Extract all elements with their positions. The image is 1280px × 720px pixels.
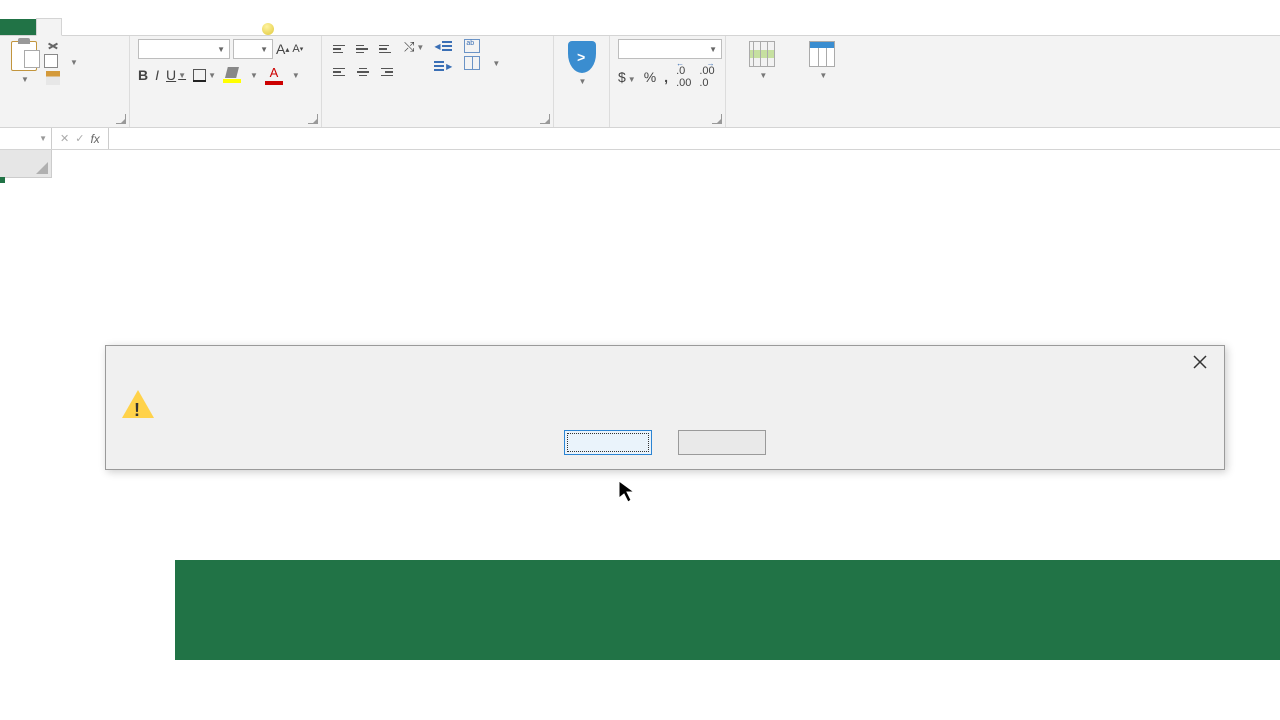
tab-acrobat[interactable] bbox=[230, 19, 254, 35]
tab-review[interactable] bbox=[158, 19, 182, 35]
group-number: ▼ $▼ % , ←.0.00 →.00.0 bbox=[610, 36, 726, 127]
align-top-button[interactable] bbox=[330, 39, 350, 59]
group-cond-format: ▼ ▼ bbox=[726, 36, 856, 127]
decrease-font-button[interactable]: A▾ bbox=[292, 43, 303, 55]
group-label bbox=[618, 124, 717, 127]
format-as-table-button[interactable]: ▼ bbox=[797, 39, 848, 82]
tab-help[interactable] bbox=[206, 19, 230, 35]
protect-button[interactable]: ▼ bbox=[565, 39, 599, 88]
decrease-decimal-button[interactable]: →.00.0 bbox=[699, 65, 714, 89]
merge-icon bbox=[464, 56, 480, 70]
merge-center-button[interactable]: ▼ bbox=[464, 56, 500, 70]
paste-button[interactable]: ▼ bbox=[8, 39, 40, 86]
bold-button[interactable]: B bbox=[138, 67, 148, 83]
align-bottom-button[interactable] bbox=[376, 39, 396, 59]
conditional-formatting-button[interactable]: ▼ bbox=[734, 39, 791, 82]
align-center-button[interactable] bbox=[353, 62, 373, 82]
dialog-launcher-icon[interactable] bbox=[308, 114, 318, 124]
group-clipboard: ▼ ▼ bbox=[0, 36, 130, 127]
group-font: ▼ ▼ A▴ A▾ B I U▼ ▼ ▼ A▼ bbox=[130, 36, 322, 127]
copy-button[interactable]: ▼ bbox=[46, 56, 78, 68]
increase-font-button[interactable]: A▴ bbox=[276, 41, 289, 57]
align-right-button[interactable] bbox=[376, 62, 396, 82]
cancel-formula-icon[interactable]: ✕ bbox=[60, 132, 69, 145]
tell-me-search[interactable] bbox=[254, 23, 288, 35]
paste-icon bbox=[11, 41, 37, 71]
tab-formulas[interactable] bbox=[110, 19, 134, 35]
copy-icon bbox=[46, 56, 58, 68]
comma-button[interactable]: , bbox=[664, 69, 668, 85]
orientation-button[interactable]: ⤭▼ bbox=[404, 39, 424, 55]
group-label bbox=[8, 124, 121, 127]
dialog-help-button[interactable] bbox=[678, 430, 766, 455]
select-all-corner[interactable] bbox=[0, 150, 52, 178]
increase-indent-button[interactable] bbox=[434, 59, 452, 75]
close-icon bbox=[1193, 355, 1207, 369]
font-color-button[interactable]: A bbox=[265, 65, 283, 85]
tab-file[interactable] bbox=[0, 19, 36, 35]
percent-button[interactable]: % bbox=[644, 69, 656, 85]
group-protection: ▼ bbox=[554, 36, 610, 127]
group-alignment: ⤭▼ ▼ bbox=[322, 36, 554, 127]
name-box[interactable]: ▼ bbox=[0, 128, 52, 149]
align-middle-button[interactable] bbox=[353, 39, 373, 59]
formula-bar-input[interactable] bbox=[109, 128, 1280, 149]
table-icon bbox=[809, 41, 835, 67]
warning-icon bbox=[122, 390, 154, 418]
wrap-icon bbox=[464, 39, 480, 53]
dialog-launcher-icon[interactable] bbox=[116, 114, 126, 124]
formula-bar-buttons: ✕ ✓ fx bbox=[52, 128, 109, 149]
tab-insert[interactable] bbox=[62, 19, 86, 35]
dialog-close-button[interactable] bbox=[1186, 352, 1214, 372]
selection-outline bbox=[0, 178, 4, 182]
scissors-icon bbox=[46, 39, 60, 53]
fill-color-button[interactable] bbox=[223, 67, 241, 83]
formula-bar-row: ▼ ✕ ✓ fx bbox=[0, 128, 1280, 150]
accounting-format-button[interactable]: $▼ bbox=[618, 69, 636, 85]
ribbon: ▼ ▼ ▼ ▼ A▴ A▾ B I U▼ ▼ ▼ bbox=[0, 36, 1280, 128]
brush-icon bbox=[46, 71, 60, 85]
border-icon bbox=[193, 69, 206, 82]
ribbon-tabs bbox=[0, 0, 1280, 36]
column-headers bbox=[0, 150, 1280, 178]
dialog-ok-button[interactable] bbox=[564, 430, 652, 455]
fx-icon[interactable]: fx bbox=[90, 132, 99, 146]
italic-button[interactable]: I bbox=[155, 67, 159, 83]
group-label bbox=[562, 124, 601, 127]
bucket-icon bbox=[225, 67, 239, 78]
conditional-formatting-icon bbox=[749, 41, 775, 67]
tab-data[interactable] bbox=[134, 19, 158, 35]
border-button[interactable]: ▼ bbox=[193, 69, 216, 82]
tab-view[interactable] bbox=[182, 19, 206, 35]
dialog-launcher-icon[interactable] bbox=[540, 114, 550, 124]
decrease-indent-button[interactable] bbox=[434, 39, 452, 55]
tab-page-layout[interactable] bbox=[86, 19, 110, 35]
dialog-launcher-icon[interactable] bbox=[712, 114, 722, 124]
increase-decimal-button[interactable]: ←.0.00 bbox=[676, 65, 691, 89]
mouse-cursor bbox=[618, 480, 638, 511]
cut-button[interactable] bbox=[46, 39, 78, 53]
group-label bbox=[138, 124, 313, 127]
underline-button[interactable]: U▼ bbox=[166, 67, 186, 83]
wrap-text-button[interactable] bbox=[464, 39, 500, 53]
align-left-button[interactable] bbox=[330, 62, 350, 82]
enter-formula-icon[interactable]: ✓ bbox=[75, 132, 84, 145]
lightbulb-icon bbox=[262, 23, 274, 35]
group-styles bbox=[856, 36, 1280, 127]
number-format-combo[interactable]: ▼ bbox=[618, 39, 722, 59]
group-label bbox=[734, 112, 848, 127]
circular-reference-dialog bbox=[105, 345, 1225, 470]
worksheet[interactable] bbox=[0, 150, 1280, 178]
group-label bbox=[330, 124, 545, 127]
caption-banner bbox=[175, 560, 1280, 660]
group-label bbox=[864, 124, 1272, 127]
font-name-combo[interactable]: ▼ bbox=[138, 39, 230, 59]
shield-icon bbox=[568, 41, 596, 73]
tab-home[interactable] bbox=[36, 18, 62, 36]
font-size-combo[interactable]: ▼ bbox=[233, 39, 273, 59]
format-painter-button[interactable] bbox=[46, 71, 78, 85]
